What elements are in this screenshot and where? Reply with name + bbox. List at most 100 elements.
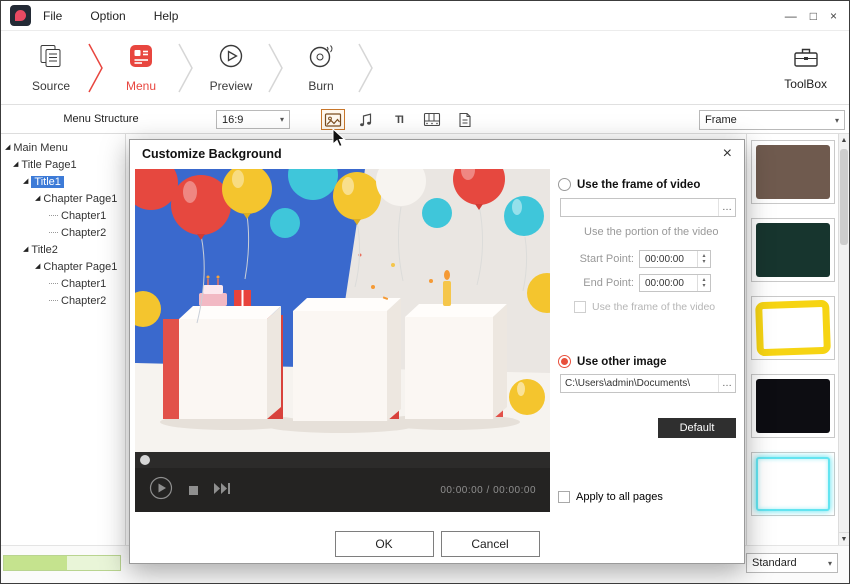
spinner[interactable]: ▴▾ xyxy=(697,275,710,291)
toolbox-icon xyxy=(793,46,819,73)
chevron-down-icon: ▾ xyxy=(280,115,284,124)
video-frame-image xyxy=(135,169,550,452)
frame-thumbnail-cyan-glow[interactable] xyxy=(751,452,835,516)
frame-path-input[interactable]: … xyxy=(560,198,736,217)
start-point-label: Start Point: xyxy=(558,253,634,265)
text-tool-glyph: TI xyxy=(395,114,403,126)
maximize-icon[interactable]: □ xyxy=(810,9,817,23)
text-tool-button[interactable]: TI xyxy=(387,109,411,130)
scroll-down-icon[interactable]: ▼ xyxy=(839,532,849,545)
dialog-close-icon[interactable]: × xyxy=(723,146,732,162)
dialog-title: Customize Background xyxy=(142,147,282,161)
frame-preview xyxy=(756,223,830,277)
radio-unchecked-icon[interactable] xyxy=(558,178,571,191)
start-point-input[interactable]: 00:00:00 ▴▾ xyxy=(639,250,711,268)
use-frame-checkbox-row[interactable]: Use the frame of the video xyxy=(574,301,736,313)
apply-all-row[interactable]: Apply to all pages xyxy=(558,491,736,503)
menu-help[interactable]: Help xyxy=(154,9,179,23)
radio-checked-icon[interactable] xyxy=(558,355,571,368)
seek-handle[interactable] xyxy=(140,455,150,465)
skip-button[interactable] xyxy=(214,481,231,499)
ok-button[interactable]: OK xyxy=(335,531,434,557)
tree-expand-icon[interactable]: ◢ xyxy=(23,245,28,253)
toolbox-button[interactable]: ToolBox xyxy=(784,31,827,105)
step-separator xyxy=(267,38,285,98)
play-button[interactable] xyxy=(149,476,173,505)
portion-label: Use the portion of the video xyxy=(584,226,736,238)
source-icon xyxy=(37,43,65,74)
frame-preview xyxy=(756,145,830,199)
background-image-tool-button[interactable] xyxy=(321,109,345,130)
frame-thumbnail-teal[interactable] xyxy=(751,218,835,282)
menu-structure-label: Menu Structure xyxy=(31,105,171,134)
use-frame-of-video-radio[interactable]: Use the frame of video xyxy=(558,178,736,191)
tree-item-chapter1[interactable]: Chapter1 xyxy=(1,207,125,224)
radio-label: Use the frame of video xyxy=(577,179,700,191)
tree-expand-icon[interactable]: ◢ xyxy=(13,160,18,168)
use-other-image-radio[interactable]: Use other image xyxy=(558,355,736,368)
tree-item-chapter-page1-2[interactable]: ◢Chapter Page1 xyxy=(1,258,125,275)
tree-expand-icon[interactable]: ◢ xyxy=(23,177,28,185)
frames-scrollbar[interactable]: ▲ ▼ xyxy=(838,134,849,545)
step-label: Source xyxy=(32,79,70,93)
image-path-input[interactable]: C:\Users\admin\Documents\ … xyxy=(560,374,736,393)
tree-item-title2[interactable]: ◢Title2 xyxy=(1,241,125,258)
tree-item-title1-selected[interactable]: ◢Title1 xyxy=(1,173,125,190)
tree-item-label: Chapter Page1 xyxy=(43,193,117,205)
menu-file[interactable]: File xyxy=(43,9,62,23)
menu-bar: File Option Help xyxy=(43,9,178,23)
frame-thumbnail-brown[interactable] xyxy=(751,140,835,204)
window-controls: — □ × xyxy=(785,1,837,31)
tree-item-chapter2-2[interactable]: Chapter2 xyxy=(1,292,125,309)
customize-background-dialog: Customize Background × xyxy=(129,139,745,564)
tree-expand-icon[interactable]: ◢ xyxy=(5,143,10,151)
frame-template-tool-button[interactable] xyxy=(420,109,444,130)
quality-dropdown[interactable]: Standard ▾ xyxy=(746,553,838,573)
minimize-icon[interactable]: — xyxy=(785,9,797,23)
frame-thumbnail-black[interactable] xyxy=(751,374,835,438)
tree-expand-icon[interactable]: ◢ xyxy=(35,194,40,202)
scroll-up-icon[interactable]: ▲ xyxy=(839,134,849,147)
menu-option[interactable]: Option xyxy=(90,9,125,23)
frame-preview xyxy=(756,457,830,511)
tree-expand-icon[interactable]: ◢ xyxy=(35,262,40,270)
seek-bar[interactable] xyxy=(135,452,550,468)
end-point-value: 00:00:00 xyxy=(645,278,684,289)
disc-capacity-fill xyxy=(4,556,67,570)
browse-button[interactable]: … xyxy=(718,375,735,392)
checkbox-icon[interactable] xyxy=(574,301,586,313)
player-controls: 00:00:00 / 00:00:00 xyxy=(135,468,550,512)
tree-item-label: Chapter1 xyxy=(61,210,106,222)
cancel-button[interactable]: Cancel xyxy=(441,531,540,557)
end-point-input[interactable]: 00:00:00 ▴▾ xyxy=(639,274,711,292)
step-source[interactable]: Source xyxy=(15,43,87,93)
tree-item-chapter1-2[interactable]: Chapter1 xyxy=(1,275,125,292)
tree-item-chapter-page1[interactable]: ◢Chapter Page1 xyxy=(1,190,125,207)
tree-item-main-menu[interactable]: ◢Main Menu xyxy=(1,139,125,156)
tree-item-title-page1[interactable]: ◢Title Page1 xyxy=(1,156,125,173)
disc-capacity-bar xyxy=(3,555,121,571)
tree-item-chapter2[interactable]: Chapter2 xyxy=(1,224,125,241)
background-options: Use the frame of video … Use the portion… xyxy=(558,168,740,533)
music-tool-button[interactable] xyxy=(354,109,378,130)
stop-button[interactable] xyxy=(189,486,198,495)
thumbnail-template-tool-button[interactable] xyxy=(453,109,477,130)
tree-item-label: Main Menu xyxy=(13,142,67,154)
step-burn[interactable]: Burn xyxy=(285,43,357,93)
spin-down-icon[interactable]: ▾ xyxy=(698,283,710,289)
step-menu[interactable]: Menu xyxy=(105,43,177,93)
scrollbar-thumb[interactable] xyxy=(840,149,848,245)
close-icon[interactable]: × xyxy=(830,9,837,23)
frame-category-dropdown[interactable]: Frame ▾ xyxy=(699,110,845,130)
spin-down-icon[interactable]: ▾ xyxy=(698,259,710,265)
step-preview[interactable]: Preview xyxy=(195,43,267,93)
browse-button[interactable]: … xyxy=(718,199,735,216)
menu-tools: TI xyxy=(321,109,477,130)
aspect-ratio-dropdown[interactable]: 16:9 ▾ xyxy=(216,110,290,129)
spinner[interactable]: ▴▾ xyxy=(697,251,710,267)
default-button[interactable]: Default xyxy=(658,418,736,438)
step-separator xyxy=(177,38,195,98)
checkbox-icon[interactable] xyxy=(558,491,570,503)
frame-thumbnail-yellow[interactable] xyxy=(751,296,835,360)
radio-label: Use other image xyxy=(577,356,666,368)
